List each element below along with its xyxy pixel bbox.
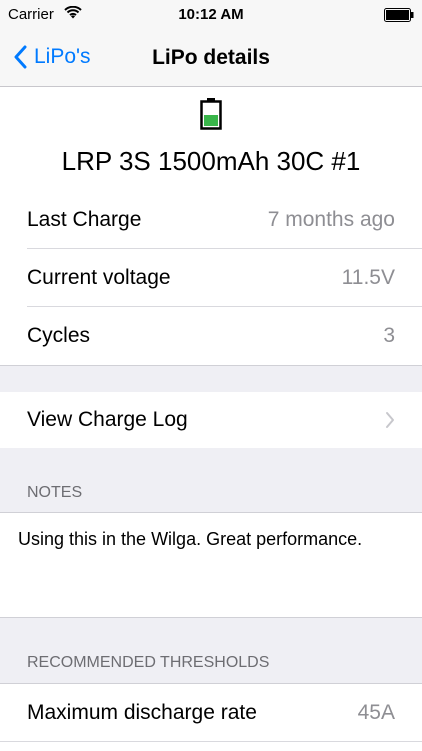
status-time: 10:12 AM [178, 6, 244, 23]
navigation-bar: LiPo's LiPo details [0, 30, 422, 87]
detail-value: 11.5V [341, 266, 395, 289]
detail-row-last-charge: Last Charge 7 months ago [0, 191, 422, 249]
view-charge-log-label: View Charge Log [27, 408, 188, 431]
detail-label: Cycles [27, 324, 91, 347]
section-separator [0, 365, 422, 393]
detail-row-cycles: Cycles 3 [0, 307, 422, 365]
detail-label: Current voltage [27, 266, 171, 289]
details-list: Last Charge 7 months ago Current voltage… [0, 191, 422, 365]
notes-text: Using this in the Wilga. Great performan… [18, 529, 363, 549]
threshold-label: Maximum discharge rate [27, 700, 257, 724]
battery-icon [200, 98, 222, 130]
view-charge-log-row[interactable]: View Charge Log [0, 392, 422, 448]
page-title: LiPo details [152, 46, 270, 69]
notes-section-header: NOTES [27, 484, 83, 501]
battery-name: LRP 3S 1500mAh 30C #1 [61, 146, 361, 176]
battery-header: LRP 3S 1500mAh 30C #1 [0, 87, 422, 191]
threshold-row-max-discharge: Maximum discharge rate 45A [0, 683, 422, 741]
detail-row-current-voltage: Current voltage 11.5V [0, 249, 422, 307]
thresholds-section-header: RECOMMENDED THRESHOLDS [27, 654, 270, 671]
battery-status-icon [384, 8, 414, 22]
notes-field[interactable]: Using this in the Wilga. Great performan… [0, 512, 422, 618]
detail-value: 3 [383, 324, 395, 347]
detail-label: Last Charge [27, 208, 142, 231]
threshold-value: 45A [357, 700, 395, 724]
chevron-right-icon [386, 412, 394, 428]
detail-value: 7 months ago [267, 208, 395, 231]
status-bar: Carrier 10:12 AM [0, 0, 422, 30]
